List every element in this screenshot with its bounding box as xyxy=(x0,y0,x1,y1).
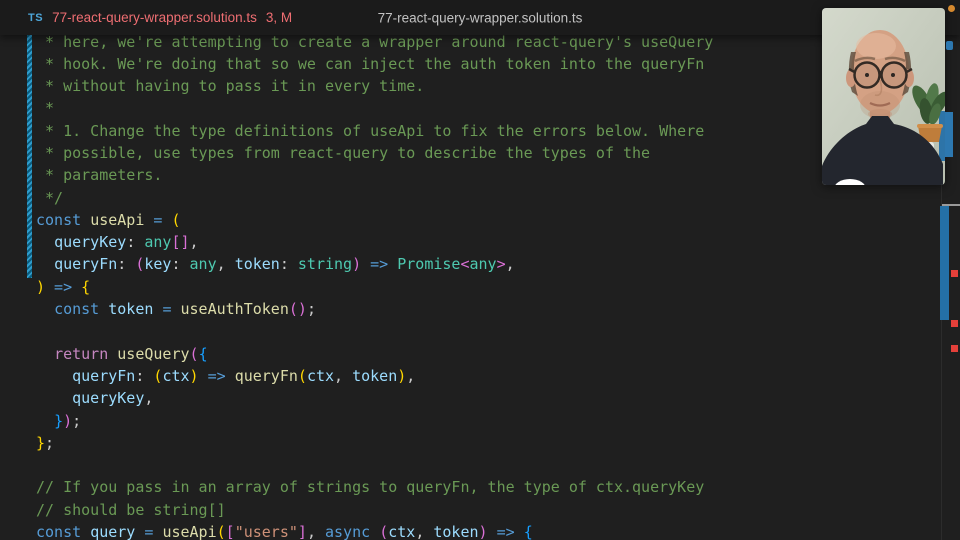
code-line[interactable]: queryKey, xyxy=(36,387,713,409)
scrollbar-top-segment[interactable] xyxy=(946,41,953,50)
tab-decorations: 3, M xyxy=(266,10,292,25)
code-line[interactable]: queryKey: any[], xyxy=(36,231,713,253)
overview-ruler[interactable] xyxy=(941,0,960,540)
code-line[interactable]: const useApi = ( xyxy=(36,209,713,231)
code-line[interactable]: * without having to pass it in every tim… xyxy=(36,75,713,97)
git-modified-gutter-indicator xyxy=(27,30,32,278)
code-line[interactable]: * xyxy=(36,97,713,119)
tab-filename: 77-react-query-wrapper.solution.ts xyxy=(52,10,257,25)
code-line[interactable]: * hook. We're doing that so we can injec… xyxy=(36,53,713,75)
code-line[interactable]: queryFn: (key: any, token: string) => Pr… xyxy=(36,253,713,275)
code-line[interactable]: const token = useAuthToken(); xyxy=(36,298,713,320)
code-line[interactable]: ) => { xyxy=(36,276,713,298)
code-line[interactable]: // If you pass in an array of strings to… xyxy=(36,476,713,498)
code-line[interactable] xyxy=(36,320,713,342)
code-line[interactable]: // should be string[] xyxy=(36,499,713,521)
code-lines: * here, we're attempting to create a wra… xyxy=(36,31,713,540)
code-line[interactable]: queryFn: (ctx) => queryFn(ctx, token), xyxy=(36,365,713,387)
error-marker[interactable] xyxy=(951,320,958,327)
scrollbar-thumb[interactable] xyxy=(945,112,953,157)
code-line[interactable]: * parameters. xyxy=(36,164,713,186)
code-line[interactable]: const query = useApi(["users"], async (c… xyxy=(36,521,713,540)
code-line[interactable] xyxy=(36,454,713,476)
status-dot-icon xyxy=(948,5,955,12)
editor-pane: * here, we're attempting to create a wra… xyxy=(0,0,960,540)
typescript-file-icon: TS xyxy=(28,12,43,24)
error-marker[interactable] xyxy=(951,345,958,352)
active-tab[interactable]: TS 77-react-query-wrapper.solution.ts 3,… xyxy=(0,10,292,25)
code-line[interactable]: * possible, use types from react-query t… xyxy=(36,142,713,164)
error-marker[interactable] xyxy=(951,270,958,277)
presenter-photo xyxy=(822,8,945,185)
code-line[interactable]: */ xyxy=(36,187,713,209)
presenter-webcam[interactable] xyxy=(822,8,945,185)
code-line[interactable]: * 1. Change the type definitions of useA… xyxy=(36,120,713,142)
code-line[interactable]: }); xyxy=(36,410,713,432)
window-title: 77-react-query-wrapper.solution.ts xyxy=(378,10,583,25)
vscode-window: * here, we're attempting to create a wra… xyxy=(0,0,960,540)
scrollbar-modified-segment xyxy=(940,206,949,320)
titlebar: TS 77-react-query-wrapper.solution.ts 3,… xyxy=(0,0,960,35)
code-line[interactable]: return useQuery({ xyxy=(36,343,713,365)
code-line[interactable]: }; xyxy=(36,432,713,454)
